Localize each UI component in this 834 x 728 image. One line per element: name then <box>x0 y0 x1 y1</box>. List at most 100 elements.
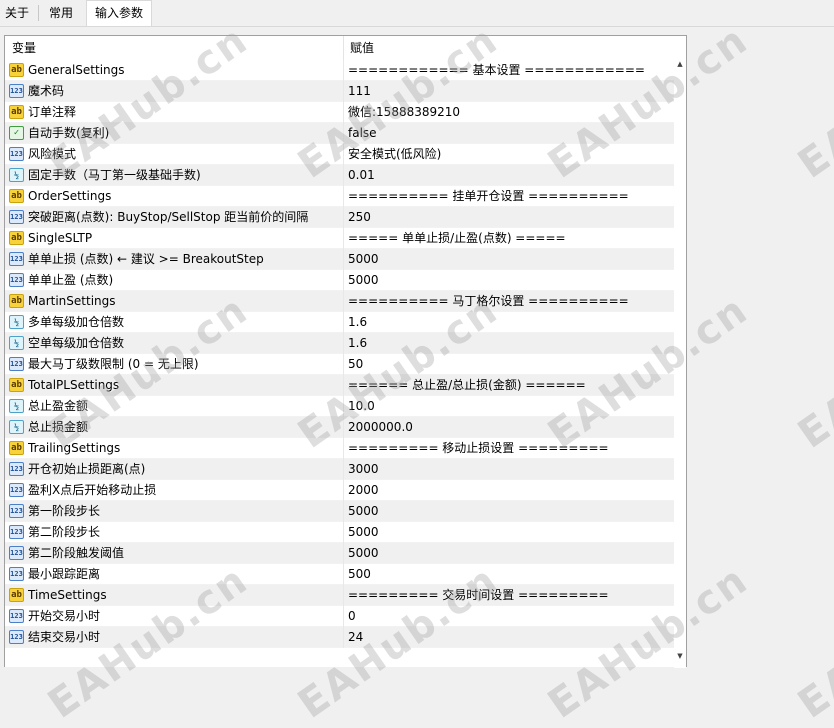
parameter-row[interactable]: 123 第一阶段步长 5000 <box>5 501 686 522</box>
column-divider <box>343 459 344 480</box>
parameter-value[interactable]: ====== 总止盈/总止损(金额) ====== <box>348 375 678 395</box>
string-type-icon: ab <box>9 588 24 602</box>
column-divider <box>343 543 344 564</box>
parameter-value[interactable]: 5000 <box>348 543 678 563</box>
parameter-value[interactable]: 安全模式(低风险) <box>348 144 678 164</box>
parameter-row[interactable]: ½ 多单每级加仓倍数 1.6 <box>5 312 686 333</box>
header-variable[interactable]: 变量 <box>12 36 36 60</box>
parameter-row[interactable]: 123 第二阶段触发阈值 5000 <box>5 543 686 564</box>
parameter-name: 突破距离(点数): BuyStop/SellStop 距当前价的间隔 <box>28 210 309 224</box>
integer-type-icon: 123 <box>9 357 24 371</box>
parameter-name: 第一阶段步长 <box>28 504 101 518</box>
parameter-row[interactable]: ab OrderSettings ========== 挂单开仓设置 =======… <box>5 186 686 207</box>
column-divider <box>343 60 344 81</box>
parameter-row[interactable]: 123 单单止盈 (点数) 5000 <box>5 270 686 291</box>
double-type-icon: ½ <box>9 315 24 329</box>
parameter-row[interactable]: ab TrailingSettings ========= 移动止损设置 =====… <box>5 438 686 459</box>
column-divider <box>343 312 344 333</box>
parameter-row[interactable]: 123 风险模式 安全模式(低风险) <box>5 144 686 165</box>
parameter-row[interactable]: ✓ 自动手数(复利) false <box>5 123 686 144</box>
parameter-name: 单单止损 (点数) ← 建议 >= BreakoutStep <box>28 252 264 266</box>
parameter-value[interactable]: 250 <box>348 207 678 227</box>
scroll-down-arrow-icon[interactable]: ▼ <box>676 652 684 660</box>
parameter-value[interactable]: 3000 <box>348 459 678 479</box>
parameter-row[interactable]: ab TimeSettings ========= 交易时间设置 ========= <box>5 585 686 606</box>
double-type-icon: ½ <box>9 168 24 182</box>
column-divider <box>343 165 344 186</box>
parameter-row[interactable]: ab MartinSettings ========== 马丁格尔设置 ======… <box>5 291 686 312</box>
string-type-icon: ab <box>9 189 24 203</box>
parameter-row[interactable]: 123 最小跟踪距离 500 <box>5 564 686 585</box>
header-divider[interactable] <box>343 36 344 60</box>
parameter-row[interactable]: 123 第二阶段步长 5000 <box>5 522 686 543</box>
parameter-row[interactable]: ab GeneralSettings ============ 基本设置 =====… <box>5 60 686 81</box>
parameter-value[interactable]: 5000 <box>348 249 678 269</box>
integer-type-icon: 123 <box>9 630 24 644</box>
parameter-value[interactable]: ========== 挂单开仓设置 ========== <box>348 186 678 206</box>
parameter-value[interactable]: 2000000.0 <box>348 417 678 437</box>
string-type-icon: ab <box>9 294 24 308</box>
parameter-value[interactable]: 微信:15888389210 <box>348 102 678 122</box>
column-divider <box>343 417 344 438</box>
parameter-row[interactable]: 123 盈利X点后开始移动止损 2000 <box>5 480 686 501</box>
parameter-value[interactable]: ========= 交易时间设置 ========= <box>348 585 678 605</box>
watermark-text: EAHub.cn <box>790 556 834 728</box>
parameter-value[interactable]: 5000 <box>348 501 678 521</box>
integer-type-icon: 123 <box>9 147 24 161</box>
parameter-value[interactable]: 50 <box>348 354 678 374</box>
parameter-row[interactable]: ½ 总止盈金额 10.0 <box>5 396 686 417</box>
tab-about[interactable]: 关于 <box>0 2 34 24</box>
column-divider <box>343 102 344 123</box>
parameter-row[interactable]: ab SingleSLTP ===== 单单止损/止盈(点数) ===== <box>5 228 686 249</box>
parameter-value[interactable]: false <box>348 123 678 143</box>
parameter-name: 开始交易小时 <box>28 609 101 623</box>
parameter-row[interactable]: 123 结束交易小时 24 <box>5 627 686 648</box>
parameter-row[interactable]: 123 最大马丁级数限制 (0 = 无上限) 50 <box>5 354 686 375</box>
parameter-value[interactable]: 5000 <box>348 270 678 290</box>
parameter-value[interactable]: 0 <box>348 606 678 626</box>
tab-common[interactable]: 常用 <box>42 2 80 24</box>
column-divider <box>343 144 344 165</box>
parameter-row[interactable]: ab 订单注释 微信:15888389210 <box>5 102 686 123</box>
parameter-value[interactable]: ===== 单单止损/止盈(点数) ===== <box>348 228 678 248</box>
parameter-row[interactable]: ½ 总止损金额 2000000.0 <box>5 417 686 438</box>
parameter-row[interactable]: 123 魔术码 111 <box>5 81 686 102</box>
header-value[interactable]: 赋值 <box>350 36 374 60</box>
parameter-value[interactable]: 111 <box>348 81 678 101</box>
string-type-icon: ab <box>9 378 24 392</box>
parameter-value[interactable]: 500 <box>348 564 678 584</box>
parameter-value[interactable]: 2000 <box>348 480 678 500</box>
column-divider <box>343 270 344 291</box>
parameter-row[interactable]: 123 开始交易小时 0 <box>5 606 686 627</box>
parameter-row[interactable]: ab TotalPLSettings ====== 总止盈/总止损(金额) ====… <box>5 375 686 396</box>
parameter-value[interactable]: ============ 基本设置 ============ <box>348 60 678 80</box>
double-type-icon: ½ <box>9 399 24 413</box>
parameter-name: SingleSLTP <box>28 231 93 245</box>
parameter-row[interactable]: 123 突破距离(点数): BuyStop/SellStop 距当前价的间隔 250 <box>5 207 686 228</box>
parameter-name: 魔术码 <box>28 84 65 98</box>
parameter-value[interactable]: 24 <box>348 627 678 647</box>
parameter-row[interactable]: ½ 空单每级加仓倍数 1.6 <box>5 333 686 354</box>
column-divider <box>343 438 344 459</box>
vertical-scrollbar[interactable]: ▲ ▼ <box>674 36 686 668</box>
parameter-value[interactable]: 1.6 <box>348 333 678 353</box>
parameter-row[interactable]: 123 单单止损 (点数) ← 建议 >= BreakoutStep 5000 <box>5 249 686 270</box>
parameter-row[interactable]: 123 开仓初始止损距离(点) 3000 <box>5 459 686 480</box>
parameter-value[interactable]: 10.0 <box>348 396 678 416</box>
parameter-value[interactable]: 1.6 <box>348 312 678 332</box>
column-divider <box>343 606 344 627</box>
parameter-value[interactable]: 0.01 <box>348 165 678 185</box>
parameter-name: 单单止盈 (点数) <box>28 273 114 287</box>
string-type-icon: ab <box>9 231 24 245</box>
parameter-row[interactable]: ½ 固定手数（马丁第一级基础手数) 0.01 <box>5 165 686 186</box>
parameter-value[interactable]: 5000 <box>348 522 678 542</box>
parameter-name: 结束交易小时 <box>28 630 101 644</box>
parameter-value[interactable]: ========= 移动止损设置 ========= <box>348 438 678 458</box>
parameter-value[interactable]: ========== 马丁格尔设置 ========== <box>348 291 678 311</box>
column-divider <box>343 207 344 228</box>
tab-input-parameters[interactable]: 输入参数 <box>86 0 152 26</box>
integer-type-icon: 123 <box>9 462 24 476</box>
scroll-up-arrow-icon[interactable]: ▲ <box>676 60 684 68</box>
column-divider <box>343 375 344 396</box>
column-divider <box>343 123 344 144</box>
